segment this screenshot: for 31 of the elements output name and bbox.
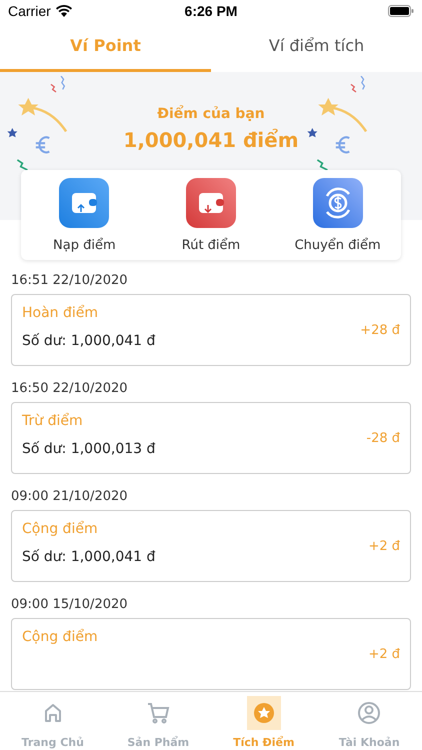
action-button[interactable]: Nạp điểm — [24, 178, 144, 252]
transaction-card[interactable]: Hoàn điểm Số dư: 1,000,041 đ +28 đ — [11, 294, 411, 366]
transaction-amount: -28 đ — [366, 430, 400, 446]
points-label: Điểm của bạn — [157, 106, 265, 122]
transaction-card[interactable]: Cộng điểm Số dư: 1,000,041 đ +2 đ — [11, 510, 411, 582]
transaction-title: Trừ điểm — [22, 413, 84, 429]
transaction-date: 16:50 22/10/2020 — [11, 381, 129, 396]
transaction-title: Hoàn điểm — [22, 305, 100, 321]
star-coin-icon — [246, 696, 281, 730]
carrier-label: Carrier — [8, 3, 51, 19]
transaction-date: 16:51 22/10/2020 — [11, 273, 129, 288]
wallet-icon — [59, 178, 110, 228]
action-button[interactable]: Chuyển điểm — [278, 178, 398, 252]
transaction-balance: Số dư: 1,000,041 đ — [22, 333, 156, 349]
transaction-title: Cộng điểm — [22, 629, 98, 645]
transaction-balance: Số dư: 1,000,041 đ — [22, 549, 156, 565]
transaction-amount: +2 đ — [368, 538, 400, 554]
clock-time: 6:26 PM — [184, 3, 238, 19]
transaction-amount: +28 đ — [360, 322, 400, 338]
points-value: 1,000,041 điểm — [123, 128, 299, 152]
wifi-icon — [56, 5, 72, 17]
transaction-title: Cộng điểm — [22, 521, 99, 537]
action-button[interactable]: Rút điểm — [150, 178, 271, 252]
wallet-icon — [186, 178, 236, 228]
battery-icon — [388, 5, 414, 17]
transaction-date: 09:00 15/10/2020 — [11, 597, 129, 612]
transaction-amount: +2 đ — [368, 646, 400, 662]
transaction-date: 09:00 21/10/2020 — [11, 489, 129, 504]
transaction-card[interactable]: Trừ điểm Số dư: 1,000,013 đ -28 đ — [11, 402, 411, 474]
money-exchange-icon — [312, 178, 363, 228]
transaction-balance: Số dư: 1,000,013 đ — [22, 441, 156, 457]
